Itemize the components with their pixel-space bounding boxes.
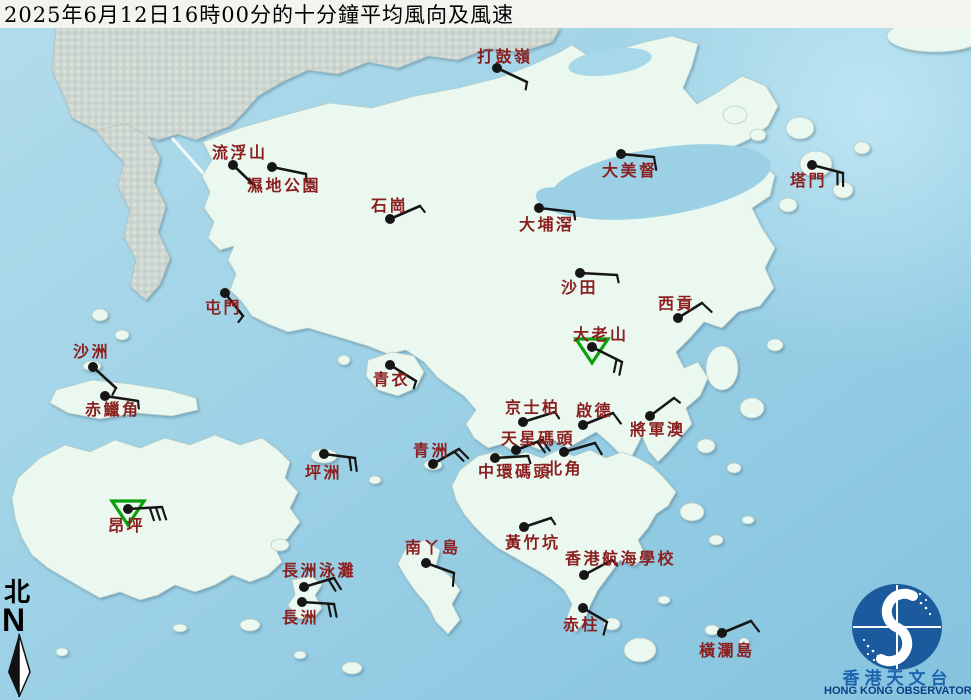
wind-barb-half-tick [524,80,529,91]
station-dot[interactable] [319,449,329,459]
station-label: 黃竹坑 [504,533,561,552]
station-dot[interactable] [385,360,395,370]
station-dot[interactable] [534,203,544,213]
station-dot[interactable] [559,447,569,457]
station-dot[interactable] [123,504,133,514]
station-dot[interactable] [616,149,626,159]
station-label: 大埔滘 [519,215,575,234]
station-dot[interactable] [579,570,589,580]
hong-kong-map: 打鼓嶺流浮山濕地公園石崗 大美督塔門大埔滘沙田屯門 西貢大老山沙洲赤鱲角 青衣京士柏啟… [0,0,971,700]
station-label: 橫瀾島 [699,641,755,660]
station-label: 流浮山 [212,143,268,162]
station-dot[interactable] [428,459,438,469]
hko-logo [852,584,942,670]
station-label: 昂坪 [108,516,145,535]
station-label: 青洲 [413,441,450,460]
compass-north-letter: N [2,602,26,638]
station-dot[interactable] [267,162,277,172]
station-label: 南丫島 [405,538,461,557]
station-dot[interactable] [421,558,431,568]
station-label: 赤鱲角 [85,400,141,419]
station-dot[interactable] [518,417,528,427]
station-dot[interactable] [385,214,395,224]
wind-barb-tick [451,571,456,588]
station-dot[interactable] [717,628,727,638]
station-label: 打鼓嶺 [477,47,533,66]
station-dot[interactable] [807,160,817,170]
station-label: 大美督 [602,161,658,180]
station-dot[interactable] [578,420,588,430]
station-label: 啟德 [576,401,613,420]
station-dot[interactable] [519,522,529,532]
page-title: 2025年6月12日16時00分的十分鐘平均風向及風速 [4,3,514,27]
title-bar: 2025年6月12日16時00分的十分鐘平均風向及風速 [0,0,971,28]
station-label: 長洲 [282,608,319,627]
station-label: 塔門 [790,171,827,190]
station-label: 中環碼頭 [478,462,552,481]
station-label: 屯門 [205,298,242,317]
station-label: 大老山 [573,325,629,344]
station-dot[interactable] [220,288,230,298]
station-dot[interactable] [673,313,683,323]
station-label: 京士柏 [505,398,561,417]
station-label: 沙洲 [73,342,110,361]
station-label: 濕地公園 [247,176,321,195]
station-label: 赤柱 [563,615,600,634]
station-label: 西貢 [658,294,695,313]
wind-map-screen: 打鼓嶺流浮山濕地公園石崗 大美督塔門大埔滘沙田屯門 西貢大老山沙洲赤鱲角 青衣京士柏啟… [0,0,971,700]
station-dot[interactable] [88,362,98,372]
hko-logo-name-en: HONG KONG OBSERVATORY [824,685,971,697]
station-label: 青衣 [373,370,410,389]
station-label: 將軍澳 [630,420,686,439]
wind-barb-half-tick [615,273,620,284]
station-dot[interactable] [578,603,588,613]
station-dot[interactable] [297,597,307,607]
station-label: 香港航海學校 [564,549,676,568]
station-label: 天星碼頭 [501,429,575,448]
station-label: 長洲泳灘 [282,561,356,580]
station-label: 石崗 [370,196,408,215]
station-label: 坪洲 [305,463,342,482]
station-label: 沙田 [561,278,598,297]
station-dot[interactable] [299,582,309,592]
station-dot[interactable] [575,268,585,278]
